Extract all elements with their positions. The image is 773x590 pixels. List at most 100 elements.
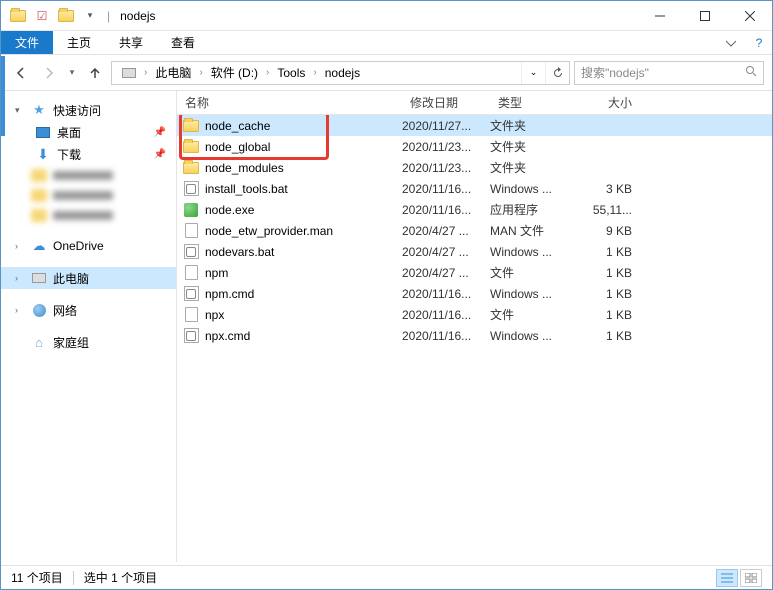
file-icon xyxy=(185,307,198,322)
folder-icon xyxy=(183,120,199,132)
file-type: 应用程序 xyxy=(490,201,576,218)
file-date: 2020/11/16... xyxy=(402,203,490,217)
status-count: 11 个项目 xyxy=(11,569,63,586)
search-icon[interactable] xyxy=(745,65,757,80)
expand-ribbon-icon[interactable] xyxy=(716,31,746,54)
file-name: node_modules xyxy=(205,161,402,175)
file-row[interactable]: node_cache2020/11/27...文件夹 xyxy=(177,115,772,136)
status-selected: 选中 1 个项目 xyxy=(84,569,157,586)
breadcrumb-item[interactable]: nodejs xyxy=(319,62,366,84)
file-type: MAN 文件 xyxy=(490,222,576,239)
file-name: npx.cmd xyxy=(205,329,402,343)
file-type: 文件夹 xyxy=(490,117,576,134)
minimize-button[interactable] xyxy=(637,1,682,31)
file-date: 2020/11/27... xyxy=(402,119,490,133)
search-input[interactable]: 搜索"nodejs" xyxy=(574,61,764,85)
bat-icon xyxy=(184,286,199,301)
column-name[interactable]: 名称 xyxy=(177,91,402,114)
file-name: nodevars.bat xyxy=(205,245,402,259)
sidebar-quick-access[interactable]: ▾★快速访问 xyxy=(1,99,176,121)
file-type: Windows ... xyxy=(490,245,576,259)
back-button[interactable] xyxy=(9,61,33,85)
qat-properties[interactable]: ☑ xyxy=(31,5,53,27)
column-date[interactable]: 修改日期 xyxy=(402,91,490,114)
file-row[interactable]: npx2020/11/16...文件1 KB xyxy=(177,304,772,325)
titlebar: ☑ ▾ | nodejs xyxy=(1,1,772,31)
file-type: 文件 xyxy=(490,264,576,281)
ribbon-tabs: 文件 主页 共享 查看 ? xyxy=(1,31,772,55)
qat-customize[interactable]: ▾ xyxy=(79,5,101,27)
refresh-button[interactable] xyxy=(545,62,569,84)
maximize-button[interactable] xyxy=(682,1,727,31)
file-row[interactable]: node_modules2020/11/23...文件夹 xyxy=(177,157,772,178)
file-name: install_tools.bat xyxy=(205,182,402,196)
breadcrumb-dropdown[interactable]: ⌄ xyxy=(521,62,545,84)
up-button[interactable] xyxy=(83,61,107,85)
file-type: Windows ... xyxy=(490,287,576,301)
tab-file[interactable]: 文件 xyxy=(1,31,53,54)
download-icon: ⬇ xyxy=(35,146,51,162)
chevron-icon[interactable]: › xyxy=(142,67,149,78)
column-size[interactable]: 大小 xyxy=(576,91,646,114)
file-row[interactable]: node_etw_provider.man2020/4/27 ...MAN 文件… xyxy=(177,220,772,241)
column-type[interactable]: 类型 xyxy=(490,91,576,114)
tab-share[interactable]: 共享 xyxy=(105,31,157,54)
file-date: 2020/4/27 ... xyxy=(402,224,490,238)
homegroup-icon: ⌂ xyxy=(31,334,47,350)
file-size: 1 KB xyxy=(576,245,646,259)
breadcrumb-item[interactable]: 此电脑 xyxy=(149,62,197,84)
statusbar: 11 个项目 选中 1 个项目 xyxy=(1,565,772,589)
file-date: 2020/11/23... xyxy=(402,161,490,175)
file-type: 文件 xyxy=(490,306,576,323)
tab-home[interactable]: 主页 xyxy=(53,31,105,54)
file-size: 1 KB xyxy=(576,329,646,343)
recent-dropdown[interactable]: ▾ xyxy=(65,61,79,85)
pin-icon: 📌 xyxy=(154,127,166,138)
file-list[interactable]: node_cache2020/11/27...文件夹node_global202… xyxy=(177,115,772,562)
file-row[interactable]: node_global2020/11/23...文件夹 xyxy=(177,136,772,157)
file-size: 1 KB xyxy=(576,266,646,280)
file-row[interactable]: npx.cmd2020/11/16...Windows ...1 KB xyxy=(177,325,772,346)
bat-icon xyxy=(184,328,199,343)
sidebar-thispc[interactable]: ›此电脑 xyxy=(1,267,176,289)
file-name: npm.cmd xyxy=(205,287,402,301)
sidebar-homegroup[interactable]: ⌂家庭组 xyxy=(1,331,176,353)
forward-button[interactable] xyxy=(37,61,61,85)
breadcrumb-item[interactable]: Tools xyxy=(271,62,311,84)
file-size: 55,11... xyxy=(576,203,646,217)
file-row[interactable]: npm.cmd2020/11/16...Windows ...1 KB xyxy=(177,283,772,304)
file-row[interactable]: node.exe2020/11/16...应用程序55,11... xyxy=(177,199,772,220)
breadcrumb-item[interactable]: 软件 (D:) xyxy=(205,62,264,84)
help-icon[interactable]: ? xyxy=(746,31,772,54)
qat-new-folder[interactable] xyxy=(55,5,77,27)
breadcrumb[interactable]: › 此电脑 › 软件 (D:) › Tools › nodejs ⌄ xyxy=(111,61,570,85)
network-icon xyxy=(31,302,47,318)
close-button[interactable] xyxy=(727,1,772,31)
sidebar-downloads[interactable]: ⬇下载📌 xyxy=(1,143,176,165)
file-row[interactable]: nodevars.bat2020/4/27 ...Windows ...1 KB xyxy=(177,241,772,262)
sidebar-onedrive[interactable]: ›☁OneDrive xyxy=(1,235,176,257)
chevron-icon[interactable]: › xyxy=(264,67,271,78)
breadcrumb-root-icon[interactable] xyxy=(116,62,142,84)
column-headers: 名称 修改日期 类型 大小 xyxy=(177,91,772,115)
chevron-icon[interactable]: › xyxy=(197,67,204,78)
sidebar-network[interactable]: ›网络 xyxy=(1,299,176,321)
file-size: 9 KB xyxy=(576,224,646,238)
file-row[interactable]: npm2020/4/27 ...文件1 KB xyxy=(177,262,772,283)
sidebar-desktop[interactable]: 桌面📌 xyxy=(1,121,176,143)
view-large-button[interactable] xyxy=(740,569,762,587)
file-name: npx xyxy=(205,308,402,322)
view-details-button[interactable] xyxy=(716,569,738,587)
left-edge-accent xyxy=(1,56,5,136)
file-date: 2020/11/16... xyxy=(402,182,490,196)
file-row[interactable]: install_tools.bat2020/11/16...Windows ..… xyxy=(177,178,772,199)
tab-view[interactable]: 查看 xyxy=(157,31,209,54)
file-name: node_etw_provider.man xyxy=(205,224,402,238)
file-size: 3 KB xyxy=(576,182,646,196)
chevron-icon[interactable]: › xyxy=(311,67,318,78)
star-icon: ★ xyxy=(31,102,47,118)
file-size: 1 KB xyxy=(576,308,646,322)
file-date: 2020/11/16... xyxy=(402,308,490,322)
file-icon xyxy=(185,223,198,238)
folder-icon xyxy=(183,162,199,174)
